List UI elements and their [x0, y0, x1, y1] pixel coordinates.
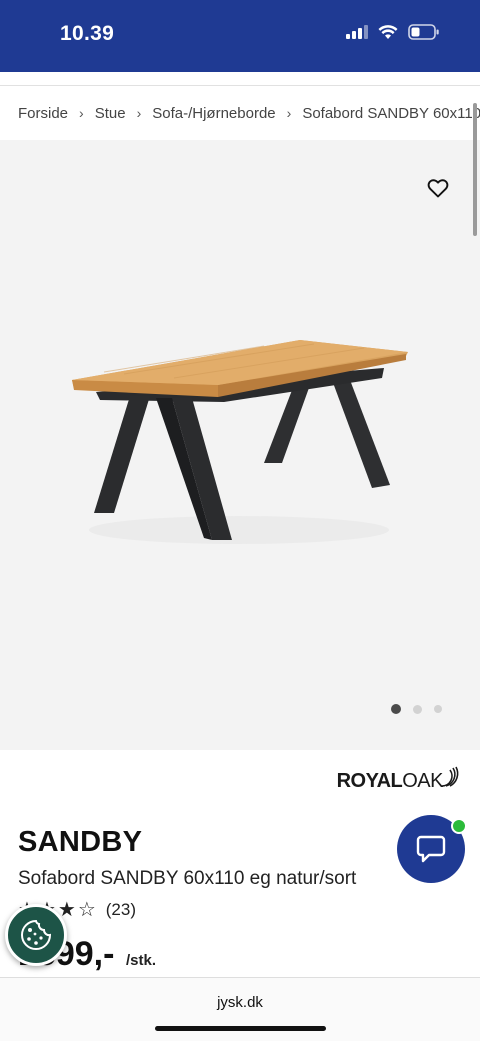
brand-logo[interactable]: ROYAL OAK [336, 766, 460, 793]
chat-bubble-icon [416, 835, 446, 863]
product-image-gallery[interactable] [0, 140, 480, 750]
chat-button[interactable] [397, 815, 467, 883]
status-icons [346, 24, 440, 40]
heart-icon[interactable] [426, 176, 450, 200]
product-description: Sofabord SANDBY 60x110 eg natur/sort [18, 868, 357, 889]
header-strip [0, 72, 480, 86]
chevron-right-icon: › [136, 105, 142, 121]
chevron-right-icon: › [79, 105, 84, 121]
chevron-right-icon: › [286, 105, 292, 121]
carousel-dot[interactable] [434, 705, 442, 713]
breadcrumb-current: Sofabord SANDBY 60x110 eg natur/sort [302, 104, 480, 122]
carousel-dot[interactable] [391, 704, 401, 714]
carousel-pagination [391, 704, 442, 714]
breadcrumb-link-sofaborde[interactable]: Sofa-/Hjørneborde [152, 105, 275, 122]
cookie-settings-button[interactable] [5, 904, 67, 966]
breadcrumb: Forside › Stue › Sofa-/Hjørneborde › Sof… [0, 86, 480, 140]
brand-logo-text-oak: OAK [402, 770, 443, 792]
status-time: 10.39 [60, 22, 115, 45]
price-unit: /stk. [126, 952, 157, 969]
rating-count: (23) [105, 900, 136, 919]
browser-url[interactable]: jysk.dk [0, 994, 480, 1011]
carousel-dot[interactable] [413, 704, 422, 714]
battery-icon [408, 24, 439, 40]
breadcrumb-link-forside[interactable]: Forside [18, 105, 68, 122]
star-empty-icon: ☆ [77, 899, 96, 921]
brand-logo-mark [441, 766, 459, 787]
signal-icon [346, 25, 368, 39]
product-image-table [72, 340, 408, 544]
home-indicator[interactable] [155, 1026, 326, 1031]
online-status-dot [451, 818, 467, 834]
brand-logo-text: ROYAL [336, 770, 403, 792]
browser-bottom-bar: jysk.dk [0, 977, 480, 1041]
wifi-icon [378, 24, 398, 39]
breadcrumb-link-stue[interactable]: Stue [95, 105, 126, 122]
product-title: SANDBY [18, 826, 143, 858]
scrollbar[interactable] [473, 103, 477, 236]
cookie-icon [21, 919, 52, 950]
status-bar: 10.39 [0, 0, 480, 72]
